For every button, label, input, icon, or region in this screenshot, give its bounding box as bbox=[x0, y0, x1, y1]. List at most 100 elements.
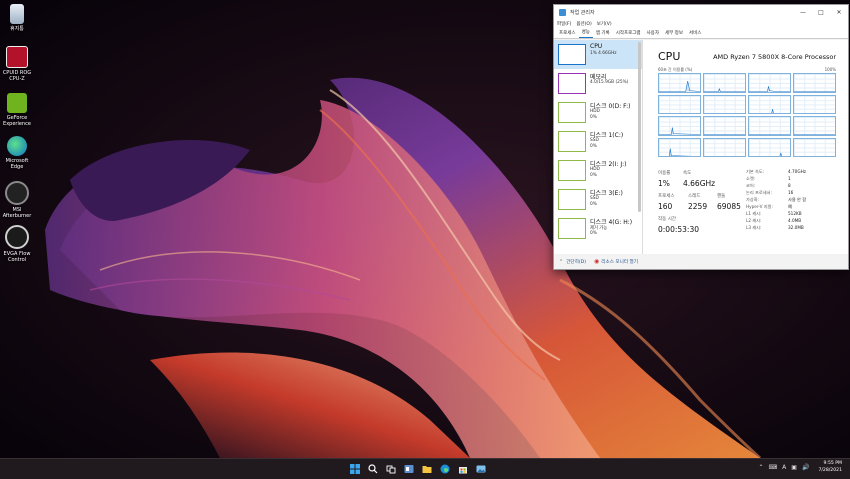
menu-view[interactable]: 보기(V) bbox=[597, 21, 612, 27]
resource-item-disk-0[interactable]: 디스크 0(D: F:) HDD 0% bbox=[554, 98, 642, 127]
resource-item-disk-4[interactable]: 디스크 4(G: H:) 제거 가능 0% bbox=[554, 214, 642, 243]
info-key: L1 캐시: bbox=[746, 211, 762, 216]
tab-users[interactable]: 사용자 bbox=[644, 30, 662, 38]
clock-date: 7/28/2021 bbox=[818, 467, 842, 473]
resource-type: HDD bbox=[590, 109, 600, 114]
title-bar[interactable]: 작업 관리자 — □ ✕ bbox=[554, 5, 848, 19]
processor-graph bbox=[703, 137, 746, 157]
info-key: L2 캐시: bbox=[746, 218, 762, 223]
resource-item-disk-3[interactable]: 디스크 3(E:) SSD 0% bbox=[554, 185, 642, 214]
recycle-bin-icon bbox=[10, 4, 24, 24]
tab-strip: 프로세스 성능 앱 기록 시작프로그램 사용자 세부 정보 서비스 bbox=[554, 28, 848, 39]
tab-services[interactable]: 서비스 bbox=[686, 30, 704, 38]
resource-usage: 0% bbox=[590, 115, 597, 120]
menu-file[interactable]: 파일(F) bbox=[557, 21, 571, 27]
photos-button[interactable] bbox=[474, 462, 488, 476]
menu-options[interactable]: 옵션(O) bbox=[576, 21, 591, 27]
maximize-button[interactable]: □ bbox=[812, 5, 830, 19]
close-button[interactable]: ✕ bbox=[830, 5, 848, 19]
graph-max-label: 100% bbox=[824, 67, 836, 72]
processes-value: 160 bbox=[658, 202, 673, 211]
disk-thumbnail bbox=[558, 131, 586, 152]
performance-panel: CPU 1% 4.66GHz 메모리 4.0/15.9GB (25%) 디스크 … bbox=[554, 40, 848, 254]
open-resource-monitor-link[interactable]: 리소스 모니터 열기 bbox=[601, 259, 638, 265]
desktop-icon-evga-flow-control[interactable]: EVGA Flow Control bbox=[0, 225, 34, 263]
clock[interactable]: 9:55 PM 7/28/2021 bbox=[818, 461, 842, 474]
processor-graph bbox=[793, 94, 836, 114]
disk-thumbnail bbox=[558, 218, 586, 239]
disk-thumbnail bbox=[558, 189, 586, 210]
start-button[interactable] bbox=[348, 462, 362, 476]
processor-graph bbox=[703, 73, 746, 93]
info-key: 논리 프로세서: bbox=[746, 190, 772, 195]
info-key: 기본 속도: bbox=[746, 169, 765, 174]
processor-graph bbox=[658, 137, 701, 157]
threads-label: 스레드 bbox=[688, 194, 701, 199]
handles-value: 69085 bbox=[717, 202, 741, 211]
window-title: 작업 관리자 bbox=[570, 9, 595, 16]
info-key: 가상화: bbox=[746, 197, 759, 202]
logical-processor-graphs bbox=[658, 73, 836, 157]
cpu-thumbnail bbox=[558, 44, 586, 65]
info-value: 32.0MB bbox=[788, 225, 804, 230]
processor-graph bbox=[748, 137, 791, 157]
folder-icon bbox=[422, 466, 432, 473]
chevron-up-icon[interactable]: ⌃ bbox=[758, 464, 763, 471]
search-button[interactable] bbox=[366, 462, 380, 476]
taskbar: ⌃ ⌨ A ▣ 🔊 9:55 PM 7/28/2021 bbox=[0, 458, 850, 479]
resource-type: SSD bbox=[590, 196, 599, 201]
resource-item-cpu[interactable]: CPU 1% 4.66GHz bbox=[554, 40, 642, 69]
network-icon[interactable]: ▣ bbox=[791, 464, 797, 471]
widgets-button[interactable] bbox=[402, 462, 416, 476]
fewer-details-link[interactable]: 간단히(D) bbox=[566, 259, 586, 265]
task-view-icon bbox=[386, 465, 396, 474]
minimize-button[interactable]: — bbox=[794, 5, 812, 19]
handles-label: 핸들 bbox=[717, 194, 726, 199]
desktop-icon-label: 휴지통 bbox=[10, 26, 24, 32]
keyboard-icon[interactable]: ⌨ bbox=[769, 464, 778, 471]
resource-list-scrollbar[interactable] bbox=[638, 42, 641, 212]
desktop-icon-edge[interactable]: Microsoft Edge bbox=[0, 136, 34, 170]
cpu-z-icon bbox=[6, 46, 28, 68]
tab-details[interactable]: 세부 정보 bbox=[662, 30, 686, 38]
processor-graph bbox=[748, 116, 791, 136]
task-view-button[interactable] bbox=[384, 462, 398, 476]
widgets-icon bbox=[404, 465, 414, 473]
tab-app-history[interactable]: 앱 기록 bbox=[593, 30, 613, 38]
system-tray: ⌃ ⌨ A ▣ 🔊 9:55 PM 7/28/2021 bbox=[758, 461, 842, 474]
desktop-icon-recycle-bin[interactable]: 휴지통 bbox=[0, 4, 34, 32]
processes-label: 프로세스 bbox=[658, 194, 675, 199]
processor-graph bbox=[748, 94, 791, 114]
resource-usage: 0% bbox=[590, 202, 597, 207]
processor-graph bbox=[793, 73, 836, 93]
edge-button[interactable] bbox=[438, 462, 452, 476]
file-explorer-button[interactable] bbox=[420, 462, 434, 476]
desktop-icon-geforce-experience[interactable]: GeForce Experience bbox=[0, 93, 34, 127]
tab-processes[interactable]: 프로세스 bbox=[556, 30, 579, 38]
processor-graph bbox=[658, 73, 701, 93]
tab-performance[interactable]: 성능 bbox=[578, 29, 593, 38]
resource-item-disk-1[interactable]: 디스크 1(C:) SSD 0% bbox=[554, 127, 642, 156]
resource-item-memory[interactable]: 메모리 4.0/15.9GB (25%) bbox=[554, 69, 642, 98]
tab-startup[interactable]: 시작프로그램 bbox=[613, 30, 644, 38]
volume-icon[interactable]: 🔊 bbox=[802, 464, 809, 471]
resource-list: CPU 1% 4.66GHz 메모리 4.0/15.9GB (25%) 디스크 … bbox=[554, 40, 643, 254]
cpu-detail-panel: CPU AMD Ryzen 7 5800X 8-Core Processor 6… bbox=[646, 40, 846, 254]
processor-graph bbox=[703, 116, 746, 136]
desktop-icon-msi-afterburner[interactable]: MSI Afterburner bbox=[0, 181, 34, 219]
processor-graph bbox=[658, 94, 701, 114]
chevron-up-icon: ⌃ bbox=[559, 258, 564, 265]
resource-item-disk-2[interactable]: 디스크 2(I: J:) HDD 0% bbox=[554, 156, 642, 185]
evga-icon bbox=[5, 225, 29, 249]
speed-value: 4.66GHz bbox=[683, 179, 716, 188]
processor-graph bbox=[703, 94, 746, 114]
disk-thumbnail bbox=[558, 160, 586, 181]
input-language-icon[interactable]: A bbox=[782, 464, 786, 471]
resource-detail: 4.0/15.9GB (25%) bbox=[590, 80, 629, 85]
desktop-icon-cpu-z[interactable]: CPUID ROG CPU-Z bbox=[0, 46, 34, 82]
resource-type: SSD bbox=[590, 138, 599, 143]
info-value: 4.70GHz bbox=[788, 169, 806, 174]
store-button[interactable] bbox=[456, 462, 470, 476]
desktop-icon-label: EVGA Flow Control bbox=[3, 251, 31, 263]
afterburner-icon bbox=[5, 181, 29, 205]
